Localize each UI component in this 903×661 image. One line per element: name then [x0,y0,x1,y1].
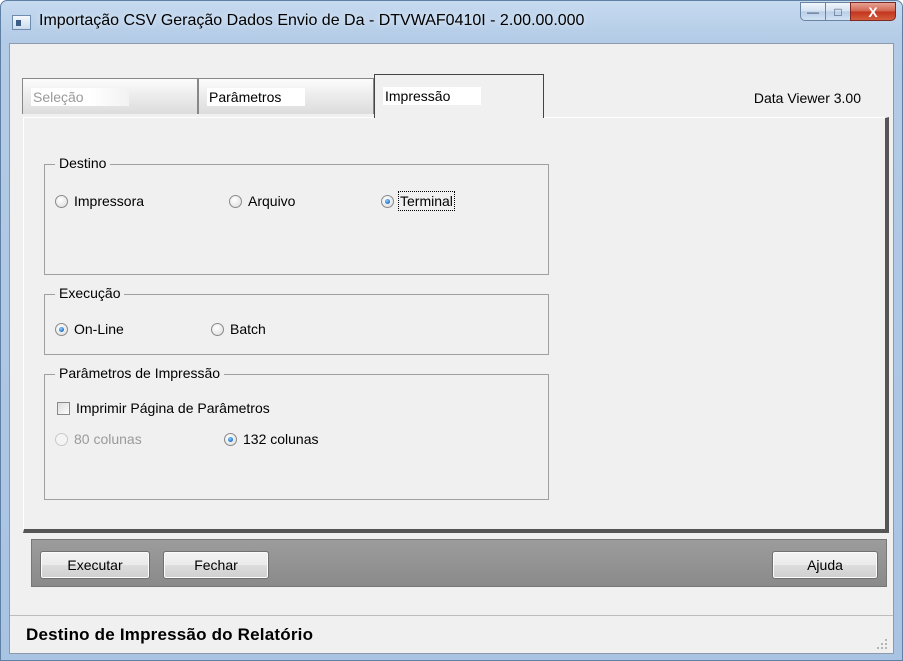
radio-terminal-label: Terminal [398,191,455,211]
radio-132-colunas-label: 132 colunas [243,431,319,447]
tab-panel-impressao: Destino Impressora Arquivo Terminal Exec… [23,117,889,533]
client-area: Seleção Parâmetros Impressão Data Viewer… [9,43,894,654]
tab-impressao-label: Impressão [383,87,481,105]
close-button[interactable]: X [850,2,896,21]
radio-impressora-circle[interactable] [55,194,68,208]
checkbox-square[interactable] [57,401,70,415]
tab-selecao-label: Seleção [31,88,129,106]
imprimir-parametros-label: Imprimir Página de Parâmetros [76,400,270,416]
radio-online[interactable]: On-Line [55,321,124,337]
radio-80-colunas[interactable]: 80 colunas [55,431,142,447]
execucao-group: Execução On-Line Batch [44,285,549,355]
status-bar: Destino de Impressão do Relatório [10,615,893,653]
radio-batch[interactable]: Batch [211,321,266,337]
execucao-title: Execução [55,285,125,301]
radio-batch-circle[interactable] [211,322,224,336]
radio-80-colunas-circle[interactable] [55,432,68,446]
destino-title: Destino [55,155,111,171]
window-icon[interactable] [12,15,31,30]
radio-132-colunas-circle[interactable] [224,432,237,446]
close-icon: X [868,3,878,20]
radio-terminal[interactable]: Terminal [381,191,455,211]
application-window: Importação CSV Geração Dados Envio de Da… [0,0,903,661]
tab-parametros-label: Parâmetros [207,88,305,106]
radio-online-circle[interactable] [55,322,68,336]
minimize-icon: — [807,4,819,19]
minimize-button[interactable]: — [800,2,826,21]
maximize-icon: □ [834,4,842,19]
resize-grip-icon[interactable] [877,639,887,649]
radio-arquivo[interactable]: Arquivo [229,193,295,209]
window-title: Importação CSV Geração Dados Envio de Da… [39,12,585,29]
fechar-button[interactable]: Fechar [163,551,269,579]
radio-arquivo-circle[interactable] [229,194,242,208]
radio-80-colunas-label: 80 colunas [74,431,142,447]
ajuda-button[interactable]: Ajuda [772,551,878,579]
parametros-impressao-title: Parâmetros de Impressão [55,365,225,381]
parametros-impressao-group: Parâmetros de Impressão Imprimir Página … [44,365,549,500]
maximize-button[interactable]: □ [825,2,851,21]
tab-impressao[interactable]: Impressão [374,74,544,118]
imprimir-parametros-checkbox[interactable]: Imprimir Página de Parâmetros [57,400,270,416]
radio-terminal-circle[interactable] [381,194,394,208]
tab-parametros[interactable]: Parâmetros [198,78,374,114]
radio-arquivo-label: Arquivo [248,193,296,209]
radio-impressora[interactable]: Impressora [55,193,144,209]
version-label: Data Viewer 3.00 [753,90,861,106]
status-message: Destino de Impressão do Relatório [26,625,314,644]
title-bar[interactable]: Importação CSV Geração Dados Envio de Da… [1,1,902,43]
radio-batch-label: Batch [230,321,266,337]
tab-selecao[interactable]: Seleção [22,78,198,114]
executar-button[interactable]: Executar [40,551,150,579]
destino-group: Destino Impressora Arquivo Terminal [44,155,549,275]
radio-online-label: On-Line [74,321,124,337]
radio-132-colunas[interactable]: 132 colunas [224,431,319,447]
radio-impressora-label: Impressora [74,193,145,209]
button-bar: Executar Fechar Ajuda [31,539,887,587]
window-controls: — □ X [800,2,896,22]
